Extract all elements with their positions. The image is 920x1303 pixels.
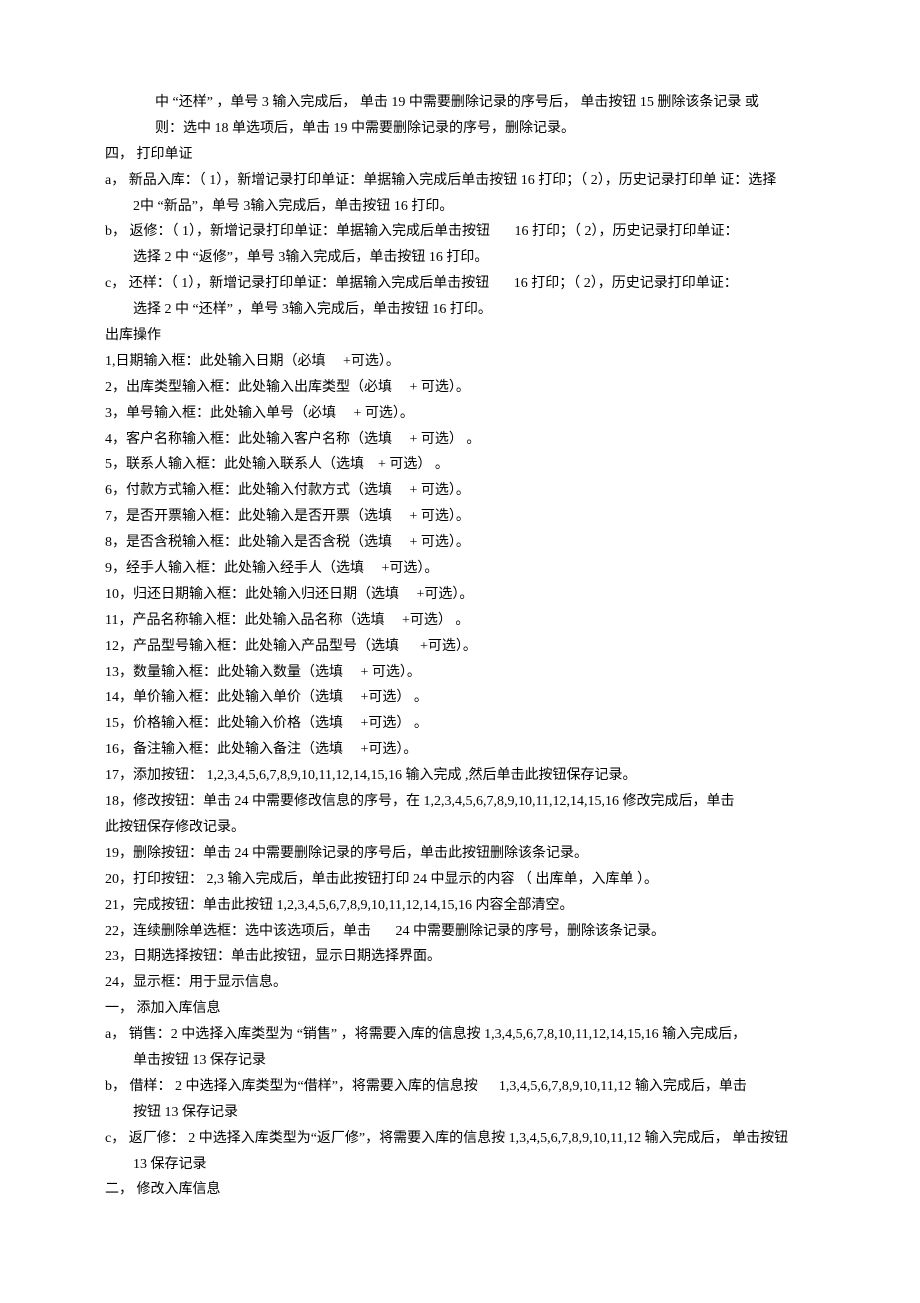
text-line: 3，单号输入框：此处输入单号（必填 + 可选）。 bbox=[105, 401, 815, 427]
text-line: 7，是否开票输入框：此处输入是否开票（选填 + 可选）。 bbox=[105, 504, 815, 530]
text-line: 1,日期输入框：此处输入日期（必填 +可选）。 bbox=[105, 349, 815, 375]
text-line: 中 “还样” ，单号 3 输入完成后， 单击 19 中需要删除记录的序号后， 单… bbox=[105, 90, 815, 116]
text-line: 17，添加按钮： 1,2,3,4,5,6,7,8,9,10,11,12,14,1… bbox=[105, 763, 815, 789]
text-line: 6，付款方式输入框：此处输入付款方式（选填 + 可选）。 bbox=[105, 478, 815, 504]
text-line: 22，连续删除单选框：选中该选项后，单击 24 中需要删除记录的序号，删除该条记… bbox=[105, 919, 815, 945]
text-line: 按钮 13 保存记录 bbox=[105, 1100, 815, 1126]
text-line: 出库操作 bbox=[105, 323, 815, 349]
text-line: 4，客户名称输入框：此处输入客户名称（选填 + 可选） 。 bbox=[105, 427, 815, 453]
text-line: 13，数量输入框：此处输入数量（选填 + 可选）。 bbox=[105, 660, 815, 686]
text-line: 2中 “新品”，单号 3输入完成后，单击按钮 16 打印。 bbox=[105, 194, 815, 220]
text-line: b， 借样： 2 中选择入库类型为“借样”，将需要入库的信息按 1,3,4,5,… bbox=[105, 1074, 815, 1100]
text-line: 2，出库类型输入框：此处输入出库类型（必填 + 可选）。 bbox=[105, 375, 815, 401]
text-line: a， 销售：2 中选择入库类型为 “销售” ，将需要入库的信息按 1,3,4,5… bbox=[105, 1022, 815, 1048]
text-line: 则：选中 18 单选项后，单击 19 中需要删除记录的序号，删除记录。 bbox=[105, 116, 815, 142]
text-line: c， 返厂修： 2 中选择入库类型为“返厂修”，将需要入库的信息按 1,3,4,… bbox=[105, 1126, 815, 1152]
text-line: 18，修改按钮：单击 24 中需要修改信息的序号，在 1,2,3,4,5,6,7… bbox=[105, 789, 815, 815]
text-line: 20，打印按钮： 2,3 输入完成后，单击此按钮打印 24 中显示的内容 （ 出… bbox=[105, 867, 815, 893]
text-line: 13 保存记录 bbox=[105, 1152, 815, 1178]
text-line: 23，日期选择按钮：单击此按钮，显示日期选择界面。 bbox=[105, 944, 815, 970]
text-line: 12，产品型号输入框：此处输入产品型号（选填 +可选）。 bbox=[105, 634, 815, 660]
text-line: b， 返修：（ 1），新增记录打印单证：单据输入完成后单击按钮 16 打印；（ … bbox=[105, 219, 815, 245]
text-line: 9，经手人输入框：此处输入经手人（选填 +可选）。 bbox=[105, 556, 815, 582]
document-page: 中 “还样” ，单号 3 输入完成后， 单击 19 中需要删除记录的序号后， 单… bbox=[0, 0, 920, 1303]
text-line: 单击按钮 13 保存记录 bbox=[105, 1048, 815, 1074]
text-line: 11，产品名称输入框：此处输入品名称（选填 +可选） 。 bbox=[105, 608, 815, 634]
text-line: 19，删除按钮：单击 24 中需要删除记录的序号后，单击此按钮删除该条记录。 bbox=[105, 841, 815, 867]
text-line: a， 新品入库：（ 1），新增记录打印单证：单据输入完成后单击按钮 16 打印；… bbox=[105, 168, 815, 194]
text-line: 16，备注输入框：此处输入备注（选填 +可选）。 bbox=[105, 737, 815, 763]
text-line: 8，是否含税输入框：此处输入是否含税（选填 + 可选）。 bbox=[105, 530, 815, 556]
text-line: 10，归还日期输入框：此处输入归还日期（选填 +可选）。 bbox=[105, 582, 815, 608]
text-line: 选择 2 中 “还样” ，单号 3输入完成后，单击按钮 16 打印。 bbox=[105, 297, 815, 323]
text-line: 二， 修改入库信息 bbox=[105, 1177, 815, 1203]
document-body: 中 “还样” ，单号 3 输入完成后， 单击 19 中需要删除记录的序号后， 单… bbox=[105, 90, 815, 1203]
text-line: 5，联系人输入框：此处输入联系人（选填 + 可选） 。 bbox=[105, 452, 815, 478]
text-line: 14，单价输入框：此处输入单价（选填 +可选） 。 bbox=[105, 685, 815, 711]
text-line: 四， 打印单证 bbox=[105, 142, 815, 168]
text-line: 15，价格输入框：此处输入价格（选填 +可选） 。 bbox=[105, 711, 815, 737]
text-line: 一， 添加入库信息 bbox=[105, 996, 815, 1022]
text-line: 24，显示框：用于显示信息。 bbox=[105, 970, 815, 996]
text-line: 此按钮保存修改记录。 bbox=[105, 815, 815, 841]
text-line: c， 还样：（ 1），新增记录打印单证：单据输入完成后单击按钮 16 打印；（ … bbox=[105, 271, 815, 297]
text-line: 选择 2 中 “返修”，单号 3输入完成后，单击按钮 16 打印。 bbox=[105, 245, 815, 271]
text-line: 21，完成按钮：单击此按钮 1,2,3,4,5,6,7,8,9,10,11,12… bbox=[105, 893, 815, 919]
